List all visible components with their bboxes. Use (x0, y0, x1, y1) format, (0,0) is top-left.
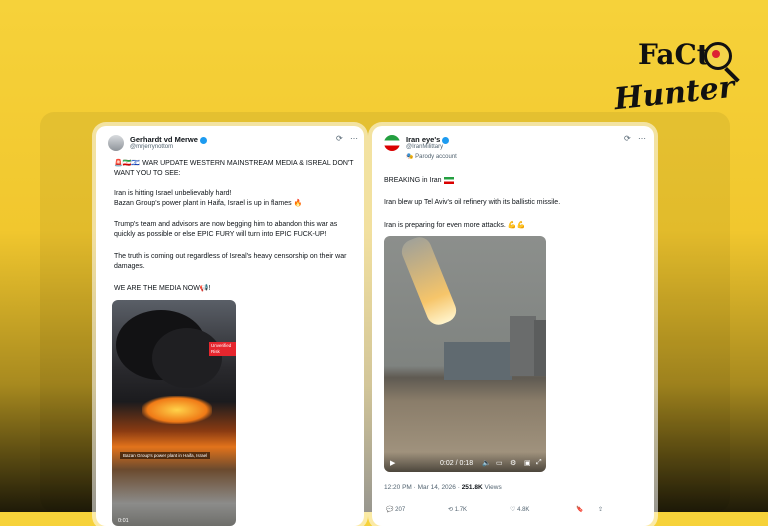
avatar[interactable] (384, 135, 400, 151)
reply-icon: 💬 (386, 507, 394, 513)
cooling-tower (534, 320, 546, 376)
tweet-text-para1a: Iran is hitting Israel unbelievably hard… (114, 190, 232, 197)
share-icon: ⇪ (598, 507, 604, 513)
tweet-text-line2: Iran blew up Tel Aviv's oil refinery wit… (384, 199, 561, 206)
avatar[interactable] (108, 135, 124, 151)
logo-dot (712, 50, 720, 58)
verified-icon (442, 136, 450, 144)
pip-icon[interactable]: ▣ (524, 459, 531, 467)
tweet-image-fire[interactable]: Unverified Risk Bazan Group's power plan… (112, 300, 236, 526)
views-count: 251.8K (461, 484, 483, 491)
views-label: Views (484, 484, 502, 491)
tweet-text-line3: Iran is preparing for even more attacks.… (384, 222, 526, 229)
tweet-text-para4: WE ARE THE MEDIA NOW📢! (114, 285, 211, 292)
logo-line2: Hunter (612, 69, 737, 118)
play-icon[interactable]: ▶ (390, 459, 395, 467)
bookmark-icon: 🔖 (576, 507, 584, 513)
volume-icon[interactable]: 🔈 (482, 459, 491, 467)
author-name[interactable]: Gerhardt vd Merwe (130, 135, 207, 144)
video-time: 0:02 / 0:18 (440, 460, 474, 467)
repost-icon: ⟲ (448, 507, 454, 513)
tweet-card-left: Gerhardt vd Merwe @mrjerrynottom ⟳ ⋯ 🚨🇮🇷… (96, 126, 364, 526)
iran-flag-icon (443, 176, 454, 184)
tweet-card-right: Iran eye's @IranMilittary 🎭 Parody accou… (372, 126, 654, 526)
tweet-text-para2: Trump's team and advisors are now beggin… (114, 221, 338, 238)
logo-line1: FaCt (638, 38, 710, 71)
captions-icon[interactable]: ▭ (496, 459, 503, 467)
refinery-building (444, 342, 512, 380)
unverified-tag: Unverified Risk (209, 342, 236, 356)
tweet-text-line1: BREAKING in Iran (384, 176, 646, 186)
fullscreen-icon[interactable]: ⤢ (536, 459, 542, 467)
tweet-meta: 12:20 PM · Mar 14, 2026 · 251.8K Views (384, 484, 502, 491)
tweet-text-line1: 🚨🇮🇷🇮🇱 WAR UPDATE WESTERN MAINSTREAM MEDI… (114, 160, 354, 177)
smoke-shape (152, 328, 222, 388)
author-name[interactable]: Iran eye's (406, 135, 450, 144)
parody-badge: 🎭 Parody account (406, 154, 457, 160)
settings-icon[interactable]: ⚙ (510, 459, 516, 467)
grok-icon[interactable]: ⟳ (624, 134, 631, 143)
media-timecode: 0:01 (118, 518, 129, 524)
flame-shape (142, 396, 212, 424)
grok-icon[interactable]: ⟳ (336, 134, 343, 143)
cooling-tower (510, 316, 536, 376)
more-icon[interactable]: ⋯ (638, 134, 646, 143)
timestamp[interactable]: 12:20 PM · Mar 14, 2026 · (384, 484, 460, 491)
verified-icon (199, 136, 207, 144)
tweet-text-para3: The truth is coming out regardless of Is… (114, 253, 347, 270)
author-handle[interactable]: @mrjerrynottom (130, 144, 173, 150)
tweet-text-para1b: Bazan Group's power plant in Haifa, Isra… (114, 200, 303, 207)
parody-icon: 🎭 (406, 154, 414, 160)
media-caption: Bazan Group's power plant in Haifa, Isra… (120, 452, 211, 459)
author-handle[interactable]: @IranMilittary (406, 144, 443, 150)
heart-icon: ♡ (510, 507, 516, 513)
tweet-video-refinery[interactable]: ▶ 0:02 / 0:18 🔈 ▭ ⚙ ▣ ⤢ (384, 236, 546, 472)
more-icon[interactable]: ⋯ (350, 134, 358, 143)
missile-trail (398, 236, 460, 329)
fact-hunter-logo: FaCt Hunter (612, 38, 752, 118)
